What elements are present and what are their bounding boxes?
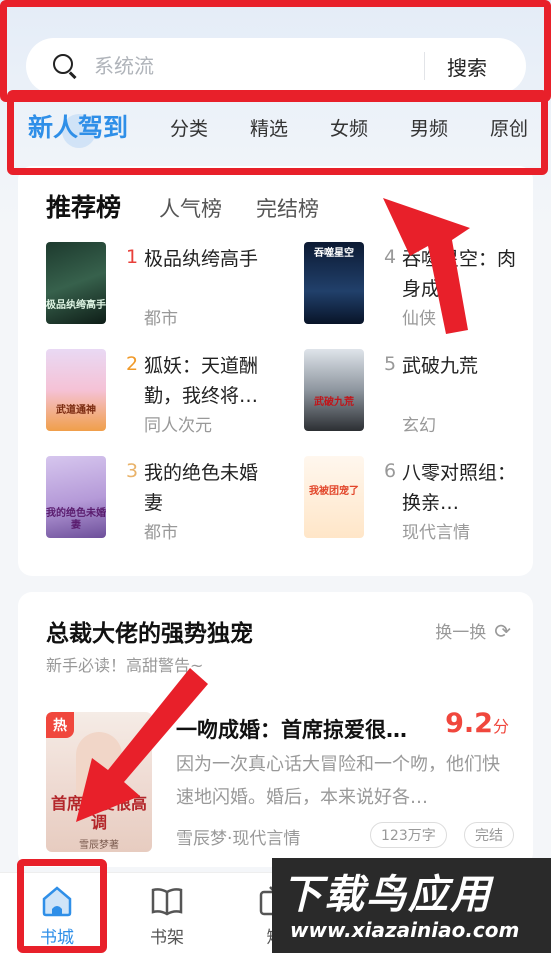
- annotation-arrow-up: [383, 198, 470, 334]
- watermark-title: 下载鸟应用: [282, 872, 492, 918]
- annotation-box-tabs: [7, 90, 548, 175]
- annotation-arrow-down: [76, 668, 208, 822]
- annotation-box-search: [0, 0, 551, 102]
- watermark-url: www.xiazainiao.com: [290, 918, 520, 942]
- annotation-box-bookstore: [17, 859, 107, 953]
- watermark: 下载鸟应用 www.xiazainiao.com: [272, 858, 551, 953]
